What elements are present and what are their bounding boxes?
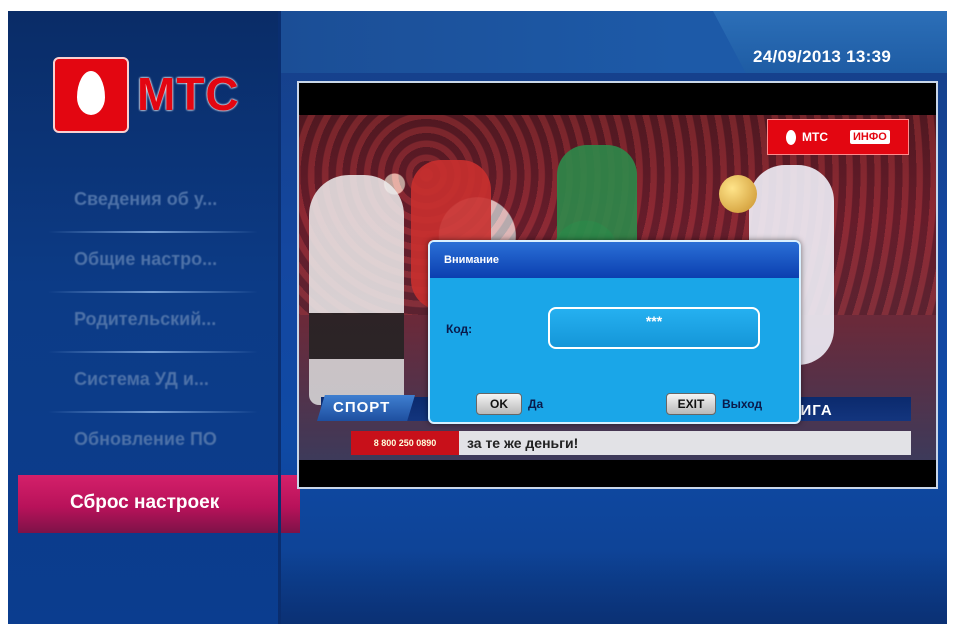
pin-dialog: Внимание Код: *** OK Да EXIT Выход [428,240,801,424]
ticker-phone: 8 800 250 0890 [351,431,459,455]
dialog-title: Внимание [444,254,499,266]
channel-badge-label: ИНФО [850,130,890,144]
channel-badge-brand: МТС [802,130,828,144]
sidebar: МТС Сведения об у... Общие настро... Род… [8,11,300,624]
mts-egg-icon [786,130,796,145]
sport-text: СПОРТ [333,399,391,416]
menu-item-software-update[interactable]: Обновление ПО [8,411,280,471]
pin-code-value: *** [645,313,663,329]
logo-text: МТС [137,68,240,120]
menu-item-label: Обновление ПО [74,429,217,449]
menu-item-parental-control[interactable]: Родительский... [8,291,280,351]
menu-item-label: Система УД и... [74,369,209,389]
sidebar-edge [278,11,281,624]
tv-screen: 24/09/2013 13:39 МТС Сведения об у... Об… [8,11,947,624]
ball-icon [719,175,757,213]
menu-item-label: Сброс настроек [70,492,220,513]
exit-button[interactable]: EXIT [666,393,716,415]
menu-item-label: Родительский... [74,309,217,329]
menu-item-access-system[interactable]: Система УД и... [8,351,280,411]
menu-item-factory-reset[interactable]: Сброс настроек [18,475,300,533]
exit-button-label: Выход [722,397,763,411]
ticker-message: за те же деньги! [467,435,579,451]
channel-badge: МТС ИНФО [767,119,909,155]
mts-egg-logo-icon [53,57,129,133]
menu-item-label: Общие настро... [74,249,218,269]
ok-button-label: Да [528,397,544,411]
menu-item-general-settings[interactable]: Общие настро... [8,231,280,291]
menu-item-device-info[interactable]: Сведения об у... [8,171,280,231]
menu-item-label: Сведения об у... [74,189,218,209]
mts-logo: МТС [53,57,253,133]
pin-code-input[interactable]: *** [548,307,760,349]
datetime: 24/09/2013 13:39 [753,47,892,66]
code-label: Код: [446,322,473,336]
ok-button[interactable]: OK [476,393,522,415]
news-ticker: 8 800 250 0890 за те же деньги! [351,431,911,455]
dialog-title-bar: Внимание [430,242,799,278]
